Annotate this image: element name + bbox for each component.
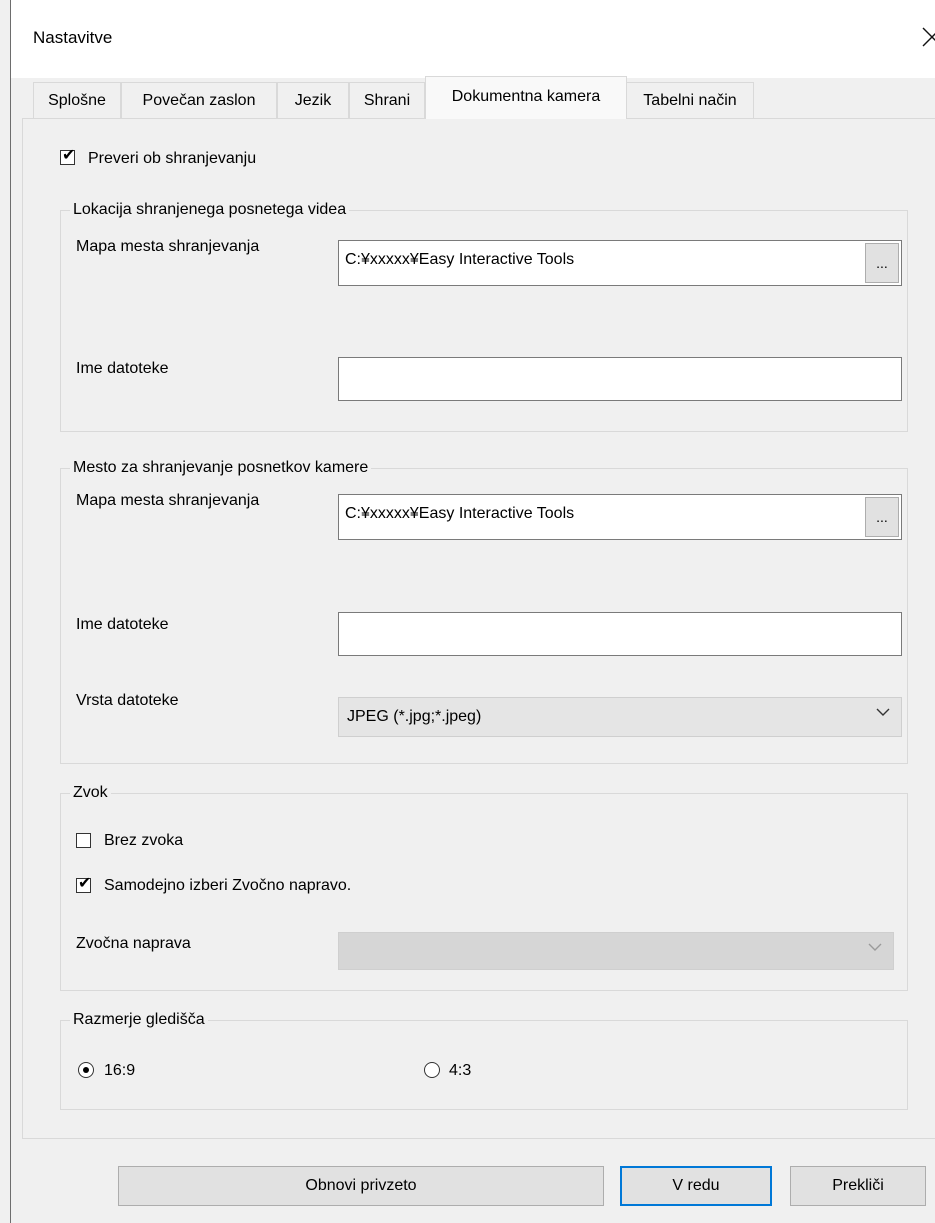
browse-label: ...	[876, 255, 888, 271]
settings-dialog: Nastavitve Splošne Povečan zaslon Jezik …	[0, 0, 935, 1223]
camera-folder-browse-button[interactable]: ...	[865, 497, 899, 537]
camera-filetype-label: Vrsta datoteke	[76, 692, 179, 709]
camera-filetype-value: JPEG (*.jpg;*.jpeg)	[347, 708, 482, 725]
tab-dokumentna-kamera[interactable]: Dokumentna kamera	[425, 76, 627, 119]
sound-device-select[interactable]	[338, 932, 894, 970]
title-bar: Nastavitve	[11, 0, 935, 78]
camera-filetype-select[interactable]: JPEG (*.jpg;*.jpeg)	[338, 697, 902, 737]
reset-defaults-button[interactable]: Obnovi privzeto	[118, 1166, 604, 1206]
tab-splosne[interactable]: Splošne	[33, 82, 121, 118]
check-mark-icon: ✔	[78, 875, 92, 892]
verify-on-save-checkbox[interactable]: ✔	[60, 147, 75, 165]
no-sound-label: Brez zvoka	[104, 832, 184, 849]
tab-label: Jezik	[294, 92, 332, 109]
radio-dot	[83, 1067, 89, 1073]
tab-povecan-zaslon[interactable]: Povečan zaslon	[121, 82, 277, 118]
tab-label: Dokumentna kamera	[451, 88, 601, 105]
cancel-label: Prekliči	[832, 1177, 884, 1194]
video-filename-field[interactable]	[338, 357, 902, 401]
tab-shrani[interactable]: Shrani	[349, 82, 425, 118]
video-folder-value: C:¥xxxxx¥Easy Interactive Tools	[345, 251, 575, 268]
chevron-down-icon	[868, 943, 882, 951]
no-sound-checkbox[interactable]	[76, 833, 91, 848]
window-title: Nastavitve	[33, 28, 113, 47]
browse-label: ...	[876, 509, 888, 525]
tab-label: Povečan zaslon	[142, 92, 256, 109]
video-folder-label: Mapa mesta shranjevanja	[76, 238, 260, 255]
video-filename-label: Ime datoteke	[76, 360, 169, 377]
sound-title: Zvok	[70, 784, 111, 802]
tab-label: Shrani	[363, 92, 411, 109]
camera-filename-label: Ime datoteke	[76, 616, 169, 633]
verify-on-save-label: Preveri ob shranjevanju	[88, 150, 257, 167]
chevron-down-icon	[876, 708, 890, 716]
camera-folder-value: C:¥xxxxx¥Easy Interactive Tools	[345, 505, 575, 522]
reset-defaults-label: Obnovi privzeto	[305, 1177, 417, 1194]
aspect-16-9-radio[interactable]	[78, 1062, 94, 1078]
window-border	[10, 0, 11, 1223]
aspect-ratio-title: Razmerje gledišča	[70, 1011, 208, 1029]
camera-folder-label: Mapa mesta shranjevanja	[76, 492, 260, 509]
camera-filename-field[interactable]	[338, 612, 902, 656]
camera-location-title: Mesto za shranjevanje posnetkov kamere	[70, 459, 372, 477]
sound-device-label: Zvočna naprava	[76, 935, 191, 952]
tab-label: Tabelni način	[643, 92, 737, 109]
tab-label: Splošne	[48, 92, 106, 109]
tab-tabelni-nacin[interactable]: Tabelni način	[626, 82, 754, 118]
video-folder-browse-button[interactable]: ...	[865, 243, 899, 283]
aspect-4-3-label: 4:3	[449, 1062, 472, 1079]
auto-select-device-label: Samodejno izberi Zvočno napravo.	[104, 877, 352, 894]
video-folder-field[interactable]: C:¥xxxxx¥Easy Interactive Tools ...	[338, 240, 902, 286]
aspect-ratio-group	[60, 1020, 908, 1110]
ok-button[interactable]: V redu	[620, 1166, 772, 1206]
cancel-button[interactable]: Prekliči	[790, 1166, 926, 1206]
ok-label: V redu	[672, 1177, 720, 1194]
video-location-title: Lokacija shranjenega posnetega videa	[70, 201, 350, 219]
camera-folder-field[interactable]: C:¥xxxxx¥Easy Interactive Tools ...	[338, 494, 902, 540]
aspect-16-9-label: 16:9	[104, 1062, 136, 1079]
check-mark-icon: ✔	[62, 147, 76, 164]
close-icon[interactable]	[921, 20, 935, 52]
aspect-4-3-radio[interactable]	[424, 1062, 440, 1078]
auto-select-device-checkbox[interactable]: ✔	[76, 875, 91, 893]
tab-jezik[interactable]: Jezik	[277, 82, 349, 118]
